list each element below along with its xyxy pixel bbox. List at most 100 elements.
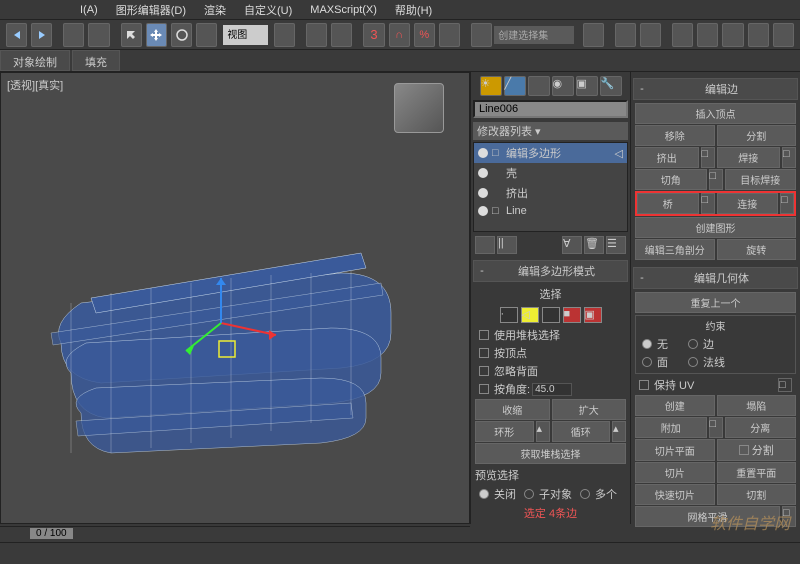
reset-plane-button[interactable]: 重置平面 <box>717 462 797 483</box>
ignore-backfacing[interactable]: 忽略背面 <box>475 362 626 380</box>
element-mode-button[interactable]: ▣ <box>584 307 602 323</box>
material-editor-button[interactable] <box>722 23 743 47</box>
redo-button[interactable] <box>31 23 52 47</box>
window-crossing-button[interactable] <box>331 23 352 47</box>
menu-item[interactable]: 图形编辑器(D) <box>116 2 186 18</box>
connect-button[interactable]: 连接 <box>717 193 779 214</box>
create-button[interactable]: 创建 <box>635 395 715 416</box>
time-slider[interactable]: 0 / 100 <box>30 528 73 539</box>
object-name-field[interactable] <box>473 100 628 118</box>
rollout-polymode-header[interactable]: -编辑多边形模式 <box>473 260 628 282</box>
display-tab-icon[interactable]: ▣ <box>576 76 598 96</box>
unlink-button[interactable] <box>88 23 109 47</box>
undo-button[interactable] <box>6 23 27 47</box>
extrude-button[interactable]: 挤出 <box>635 147 699 168</box>
select-region-button[interactable] <box>306 23 327 47</box>
edit-tri-button[interactable]: 编辑三角剖分 <box>635 239 715 260</box>
split-button-2[interactable]: 分割 <box>717 439 797 461</box>
rollout-editgeo-header[interactable]: -编辑几何体 <box>633 267 798 289</box>
angle-snap-button[interactable]: ∩ <box>389 23 410 47</box>
border-mode-button[interactable] <box>542 307 560 323</box>
preview-multi-radio[interactable] <box>580 489 590 499</box>
menu-item[interactable]: I(A) <box>80 4 98 16</box>
view-cube[interactable] <box>394 83 444 133</box>
stack-item[interactable]: □Line <box>474 203 627 219</box>
preview-subobj-radio[interactable] <box>524 489 534 499</box>
selection-set-dropdown[interactable]: 创建选择集 <box>494 26 573 44</box>
target-weld-button[interactable]: 目标焊接 <box>725 169 797 190</box>
by-vertex[interactable]: 按顶点 <box>475 344 626 362</box>
grow-button[interactable]: 扩大 <box>552 399 627 420</box>
schematic-button[interactable] <box>697 23 718 47</box>
bridge-settings[interactable]: □ <box>701 193 715 214</box>
show-end-button[interactable]: || <box>497 236 517 254</box>
rollout-editedge-header[interactable]: -编辑边 <box>633 78 798 100</box>
repeat-last-button[interactable]: 重复上一个 <box>635 292 796 313</box>
constraint-face-radio[interactable] <box>642 357 652 367</box>
chamfer-button[interactable]: 切角 <box>635 169 707 190</box>
layer-button[interactable] <box>640 23 661 47</box>
sun-icon[interactable]: ☀ <box>480 76 502 96</box>
script-listener-button[interactable] <box>6 546 24 562</box>
curve-editor-button[interactable] <box>672 23 693 47</box>
menu-item[interactable]: 帮助(H) <box>395 2 432 18</box>
menu-item[interactable]: 自定义(U) <box>244 2 292 18</box>
vertex-mode-button[interactable]: · <box>500 307 518 323</box>
remove-button[interactable]: 移除 <box>635 125 715 146</box>
named-sel-button[interactable] <box>471 23 492 47</box>
pin-stack-button[interactable] <box>475 236 495 254</box>
ring-button[interactable]: 环形 <box>475 421 534 442</box>
render-setup-button[interactable] <box>748 23 769 47</box>
refcoord-dropdown[interactable]: 视图 <box>223 25 268 45</box>
tab-object-paint[interactable]: 对象绘制 <box>0 50 70 71</box>
transform-gizmo[interactable] <box>221 323 341 423</box>
loop-button[interactable]: 循环 <box>552 421 611 442</box>
use-stack-sel[interactable]: 使用堆栈选择 <box>475 326 626 344</box>
turn-button[interactable]: 旋转 <box>717 239 797 260</box>
by-angle[interactable]: 按角度:45.0 <box>475 380 626 398</box>
scale-button[interactable] <box>196 23 217 47</box>
edge-mode-button[interactable]: ◁ <box>521 307 539 323</box>
chamfer-settings[interactable]: □ <box>709 169 723 190</box>
modifier-list-dropdown[interactable]: 修改器列表 ▾ <box>473 122 628 140</box>
menu-item[interactable]: MAXScript(X) <box>310 4 377 16</box>
stack-item[interactable]: 壳 <box>474 163 627 183</box>
ring-spinner[interactable]: ▴ <box>536 421 550 442</box>
viewport-perspective[interactable]: [透视][真实] <box>0 72 470 524</box>
extrude-settings[interactable]: □ <box>701 147 715 168</box>
slice-button[interactable]: 切片 <box>635 462 715 483</box>
quickslice-button[interactable]: 快速切片 <box>635 484 715 505</box>
timeline[interactable]: 0 / 100 <box>0 526 470 542</box>
link-button[interactable] <box>63 23 84 47</box>
render-button[interactable] <box>773 23 794 47</box>
constraint-none-radio[interactable] <box>642 339 652 349</box>
stack-item[interactable]: 挤出 <box>474 183 627 203</box>
insert-vertex-button[interactable]: 插入顶点 <box>635 103 796 124</box>
snap-button[interactable]: 3 <box>363 23 384 47</box>
modify-tab-icon[interactable]: ╱ <box>504 76 526 96</box>
mirror-button[interactable] <box>583 23 604 47</box>
move-button[interactable] <box>146 23 167 47</box>
remove-mod-button[interactable]: 🗑 <box>584 236 604 254</box>
shrink-button[interactable]: 收缩 <box>475 399 550 420</box>
prompt-button[interactable] <box>30 546 48 562</box>
get-stack-sel-button[interactable]: 获取堆栈选择 <box>475 443 626 464</box>
split-button[interactable]: 分割 <box>717 125 797 146</box>
modifier-stack[interactable]: □编辑多边形◁ 壳 挤出 □Line <box>473 142 628 232</box>
preview-off-radio[interactable] <box>479 489 489 499</box>
align-button[interactable] <box>615 23 636 47</box>
weld-button[interactable]: 焊接 <box>717 147 781 168</box>
poly-mode-button[interactable]: ■ <box>563 307 581 323</box>
cut-button[interactable]: 切割 <box>717 484 797 505</box>
attach-list[interactable]: □ <box>709 417 723 438</box>
rotate-button[interactable] <box>171 23 192 47</box>
spinner-snap-button[interactable] <box>439 23 460 47</box>
viewport-label[interactable]: [透视][真实] <box>7 77 63 93</box>
hierarchy-tab-icon[interactable] <box>528 76 550 96</box>
select-button[interactable] <box>121 23 142 47</box>
detach-button[interactable]: 分离 <box>725 417 797 438</box>
connect-settings[interactable]: □ <box>780 193 794 214</box>
motion-tab-icon[interactable]: ◉ <box>552 76 574 96</box>
bridge-button[interactable]: 桥 <box>637 193 699 214</box>
stack-item[interactable]: □编辑多边形◁ <box>474 143 627 163</box>
